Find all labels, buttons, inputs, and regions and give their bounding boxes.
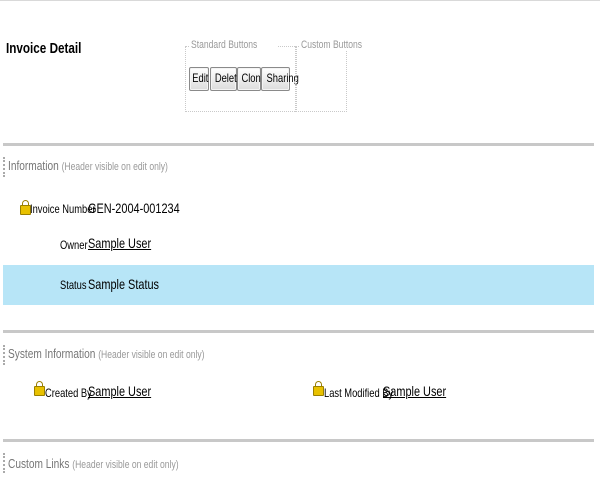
lock-icon [313, 381, 324, 396]
clone-button[interactable]: Clone [237, 67, 266, 91]
custom-buttons-label: Custom Buttons [299, 39, 382, 51]
owner-link[interactable]: Sample User [88, 235, 169, 251]
custom-links-section-header: Custom Links (Header visible on edit onl… [8, 456, 179, 471]
status-value: Sample Status [88, 276, 160, 292]
information-separator [3, 143, 594, 146]
lock-icon [34, 381, 45, 396]
standard-buttons-group: Standard Buttons Edit Delete Clone Shari… [185, 39, 299, 112]
custom-links-separator [3, 439, 594, 442]
sharing-button[interactable]: Sharing [261, 67, 299, 91]
standard-buttons-label: Standard Buttons [189, 39, 279, 51]
top-divider [0, 0, 600, 1]
created-by-link[interactable]: Sample User [88, 383, 169, 399]
edit-button[interactable]: Edit [189, 67, 209, 91]
system-information-separator [3, 330, 594, 333]
invoice-number-value: GEN-2004-001234 [88, 200, 180, 216]
information-section-header: Information (Header visible on edit only… [8, 158, 168, 173]
custom-buttons-group: Custom Buttons [295, 39, 382, 112]
delete-button[interactable]: Delete [210, 67, 242, 91]
page-title: Invoice Detail [6, 40, 82, 57]
last-modified-by-link[interactable]: Sample User [383, 383, 464, 399]
system-information-section-header: System Information (Header visible on ed… [8, 346, 205, 361]
